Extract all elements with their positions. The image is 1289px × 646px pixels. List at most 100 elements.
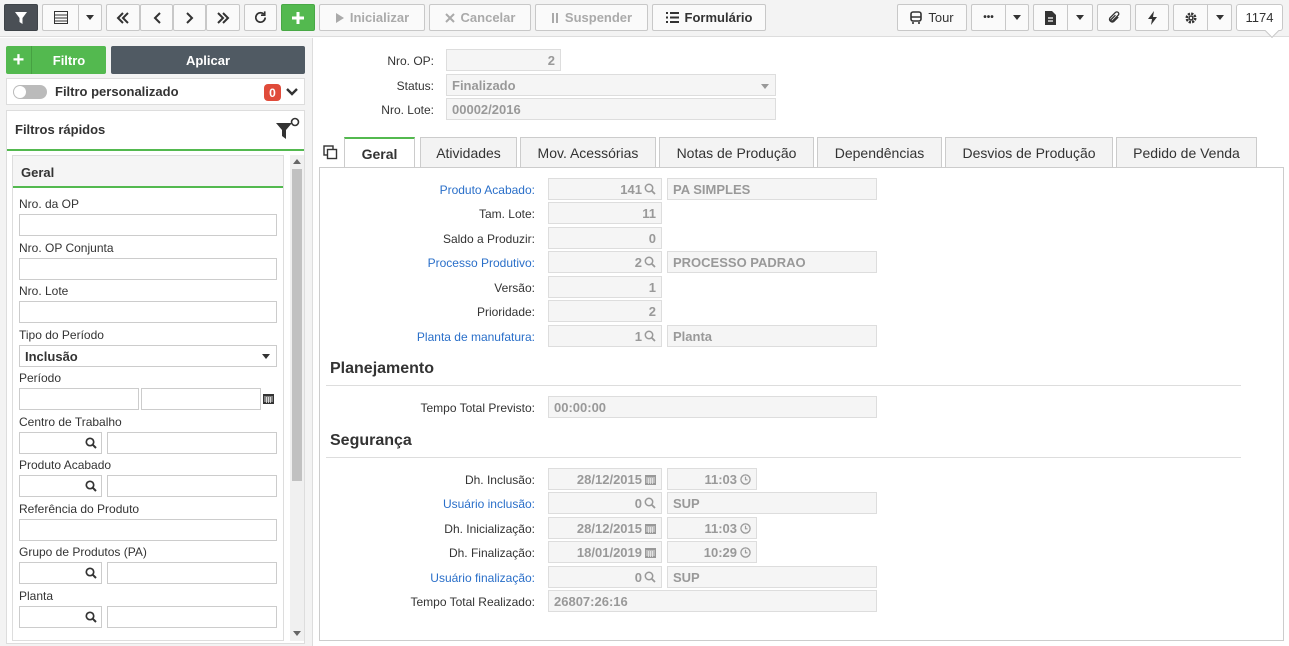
dh-inicializacao-time-field[interactable]: 11:03 [667, 517, 757, 539]
clock-icon[interactable] [740, 546, 751, 558]
next-record-button[interactable] [173, 4, 206, 31]
report-button[interactable] [1033, 4, 1067, 31]
usuario-inclusao-name-field[interactable]: SUP [667, 492, 877, 514]
search-icon[interactable] [85, 611, 97, 623]
filter-input-planta-desc[interactable] [107, 606, 277, 628]
prioridade-field[interactable]: 2 [548, 300, 662, 322]
filter-input-nro-op[interactable] [19, 214, 277, 236]
usuario-finalizacao-label[interactable]: Usuário finalização: [330, 571, 535, 585]
custom-filter-toggle[interactable] [13, 84, 47, 99]
calendar-icon[interactable] [263, 393, 274, 404]
clock-icon[interactable] [740, 522, 751, 534]
dh-finalizacao-date-field[interactable]: 18/01/2019 [548, 541, 662, 563]
filter-input-produto-acabado-desc[interactable] [107, 475, 277, 497]
formulario-button[interactable]: Formulário [652, 4, 766, 31]
filter-select-tipo-periodo[interactable]: Inclusão [19, 345, 277, 367]
filter-input-grupo-produtos-desc[interactable] [107, 562, 277, 584]
dh-inclusao-time-field[interactable]: 11:03 [667, 468, 757, 490]
settings-button[interactable] [1173, 4, 1207, 31]
tam-lote-field[interactable]: 11 [548, 202, 662, 224]
funnel-settings-icon[interactable] [274, 117, 300, 143]
inicializar-button[interactable]: Inicializar [319, 4, 425, 31]
produto-acabado-code-field[interactable]: 141 [548, 178, 662, 200]
report-dropdown[interactable] [1067, 4, 1093, 31]
search-icon[interactable] [644, 256, 656, 268]
chevron-down-icon[interactable] [285, 85, 299, 99]
usuario-inclusao-code-field[interactable]: 0 [548, 492, 662, 514]
tempo-previsto-field[interactable]: 00:00:00 [548, 396, 877, 418]
filter-input-nro-lote[interactable] [19, 301, 277, 323]
tab-desvios-producao[interactable]: Desvios de Produção [945, 137, 1113, 167]
saldo-field[interactable]: 0 [548, 227, 662, 249]
nro-op-field[interactable]: 2 [446, 49, 561, 71]
calendar-icon[interactable] [645, 474, 656, 485]
calendar-icon[interactable] [645, 523, 656, 534]
grid-view-button[interactable] [42, 4, 78, 31]
refresh-button[interactable] [244, 4, 277, 31]
dh-inclusao-date-field[interactable]: 28/12/2015 [548, 468, 662, 490]
tab-pedido-venda[interactable]: Pedido de Venda [1116, 137, 1257, 167]
calendar-icon[interactable] [645, 547, 656, 558]
filter-scrollbar[interactable] [290, 155, 304, 641]
processo-desc-field[interactable]: PROCESSO PADRAO [667, 251, 877, 273]
tab-geral[interactable]: Geral [344, 137, 415, 168]
search-icon[interactable] [85, 480, 97, 492]
more-options-dropdown[interactable] [1005, 4, 1029, 31]
suspender-button[interactable]: Suspender [535, 4, 648, 31]
filter-input-nro-op-conjunta[interactable] [19, 258, 277, 280]
add-filter-button[interactable]: + Filtro [6, 46, 106, 74]
tab-mov-acessorias[interactable]: Mov. Acessórias [520, 137, 656, 167]
search-icon[interactable] [85, 567, 97, 579]
planta-code-field[interactable]: 1 [548, 325, 662, 347]
tempo-realizado-field[interactable]: 26807:26:16 [548, 590, 877, 612]
scroll-up-icon[interactable] [293, 158, 301, 164]
clock-icon[interactable] [740, 473, 751, 485]
tour-button[interactable]: Tour [897, 4, 967, 31]
nro-lote-field[interactable]: 00002/2016 [446, 98, 776, 120]
planta-desc-field[interactable]: Planta [667, 325, 877, 347]
versao-field[interactable]: 1 [548, 276, 662, 298]
search-icon[interactable] [644, 497, 656, 509]
produto-acabado-label[interactable]: Produto Acabado: [330, 183, 535, 197]
filter-input-planta-code[interactable] [19, 606, 102, 628]
search-icon[interactable] [644, 330, 656, 342]
dh-finalizacao-time-field[interactable]: 10:29 [667, 541, 757, 563]
last-record-button[interactable] [206, 4, 240, 31]
search-icon[interactable] [644, 571, 656, 583]
usuario-finalizacao-name-field[interactable]: SUP [667, 566, 877, 588]
filter-input-periodo-start[interactable] [19, 388, 139, 410]
filter-input-centro-trabalho-code[interactable] [19, 432, 102, 454]
filter-scrollbar-thumb[interactable] [292, 169, 302, 481]
scroll-down-icon[interactable] [293, 631, 301, 637]
apply-filter-button[interactable]: Aplicar [111, 46, 305, 74]
filter-input-referencia-produto[interactable] [19, 519, 277, 541]
usuario-inclusao-label[interactable]: Usuário inclusão: [330, 497, 535, 511]
filter-input-produto-acabado-code[interactable] [19, 475, 102, 497]
filter-input-centro-trabalho-desc[interactable] [107, 432, 277, 454]
attachments-button[interactable] [1097, 4, 1131, 31]
first-record-button[interactable] [106, 4, 140, 31]
produto-acabado-desc-field[interactable]: PA SIMPLES [667, 178, 877, 200]
usuario-finalizacao-code-field[interactable]: 0 [548, 566, 662, 588]
filter-input-periodo-end[interactable] [141, 388, 261, 410]
tab-notas-producao[interactable]: Notas de Produção [659, 137, 814, 167]
tab-dependencias[interactable]: Dependências [817, 137, 942, 167]
more-options-button[interactable]: ••• [971, 4, 1005, 31]
tab-atividades[interactable]: Atividades [420, 137, 517, 167]
dh-inicializacao-date-field[interactable]: 28/12/2015 [548, 517, 662, 539]
grid-view-dropdown[interactable] [78, 4, 102, 31]
actions-button[interactable] [1135, 4, 1169, 31]
processo-code-field[interactable]: 2 [548, 251, 662, 273]
processo-label[interactable]: Processo Produtivo: [330, 256, 535, 270]
search-icon[interactable] [85, 437, 97, 449]
copy-icon[interactable] [323, 145, 338, 160]
cancelar-button[interactable]: Cancelar [429, 4, 531, 31]
filter-input-grupo-produtos-code[interactable] [19, 562, 102, 584]
planta-label[interactable]: Planta de manufatura: [330, 330, 535, 344]
filter-toggle-button[interactable] [4, 4, 38, 31]
previous-record-button[interactable] [140, 4, 173, 31]
status-select[interactable]: Finalizado [446, 74, 776, 96]
settings-dropdown[interactable] [1207, 4, 1232, 31]
search-icon[interactable] [644, 183, 656, 195]
add-record-button[interactable] [281, 4, 315, 31]
